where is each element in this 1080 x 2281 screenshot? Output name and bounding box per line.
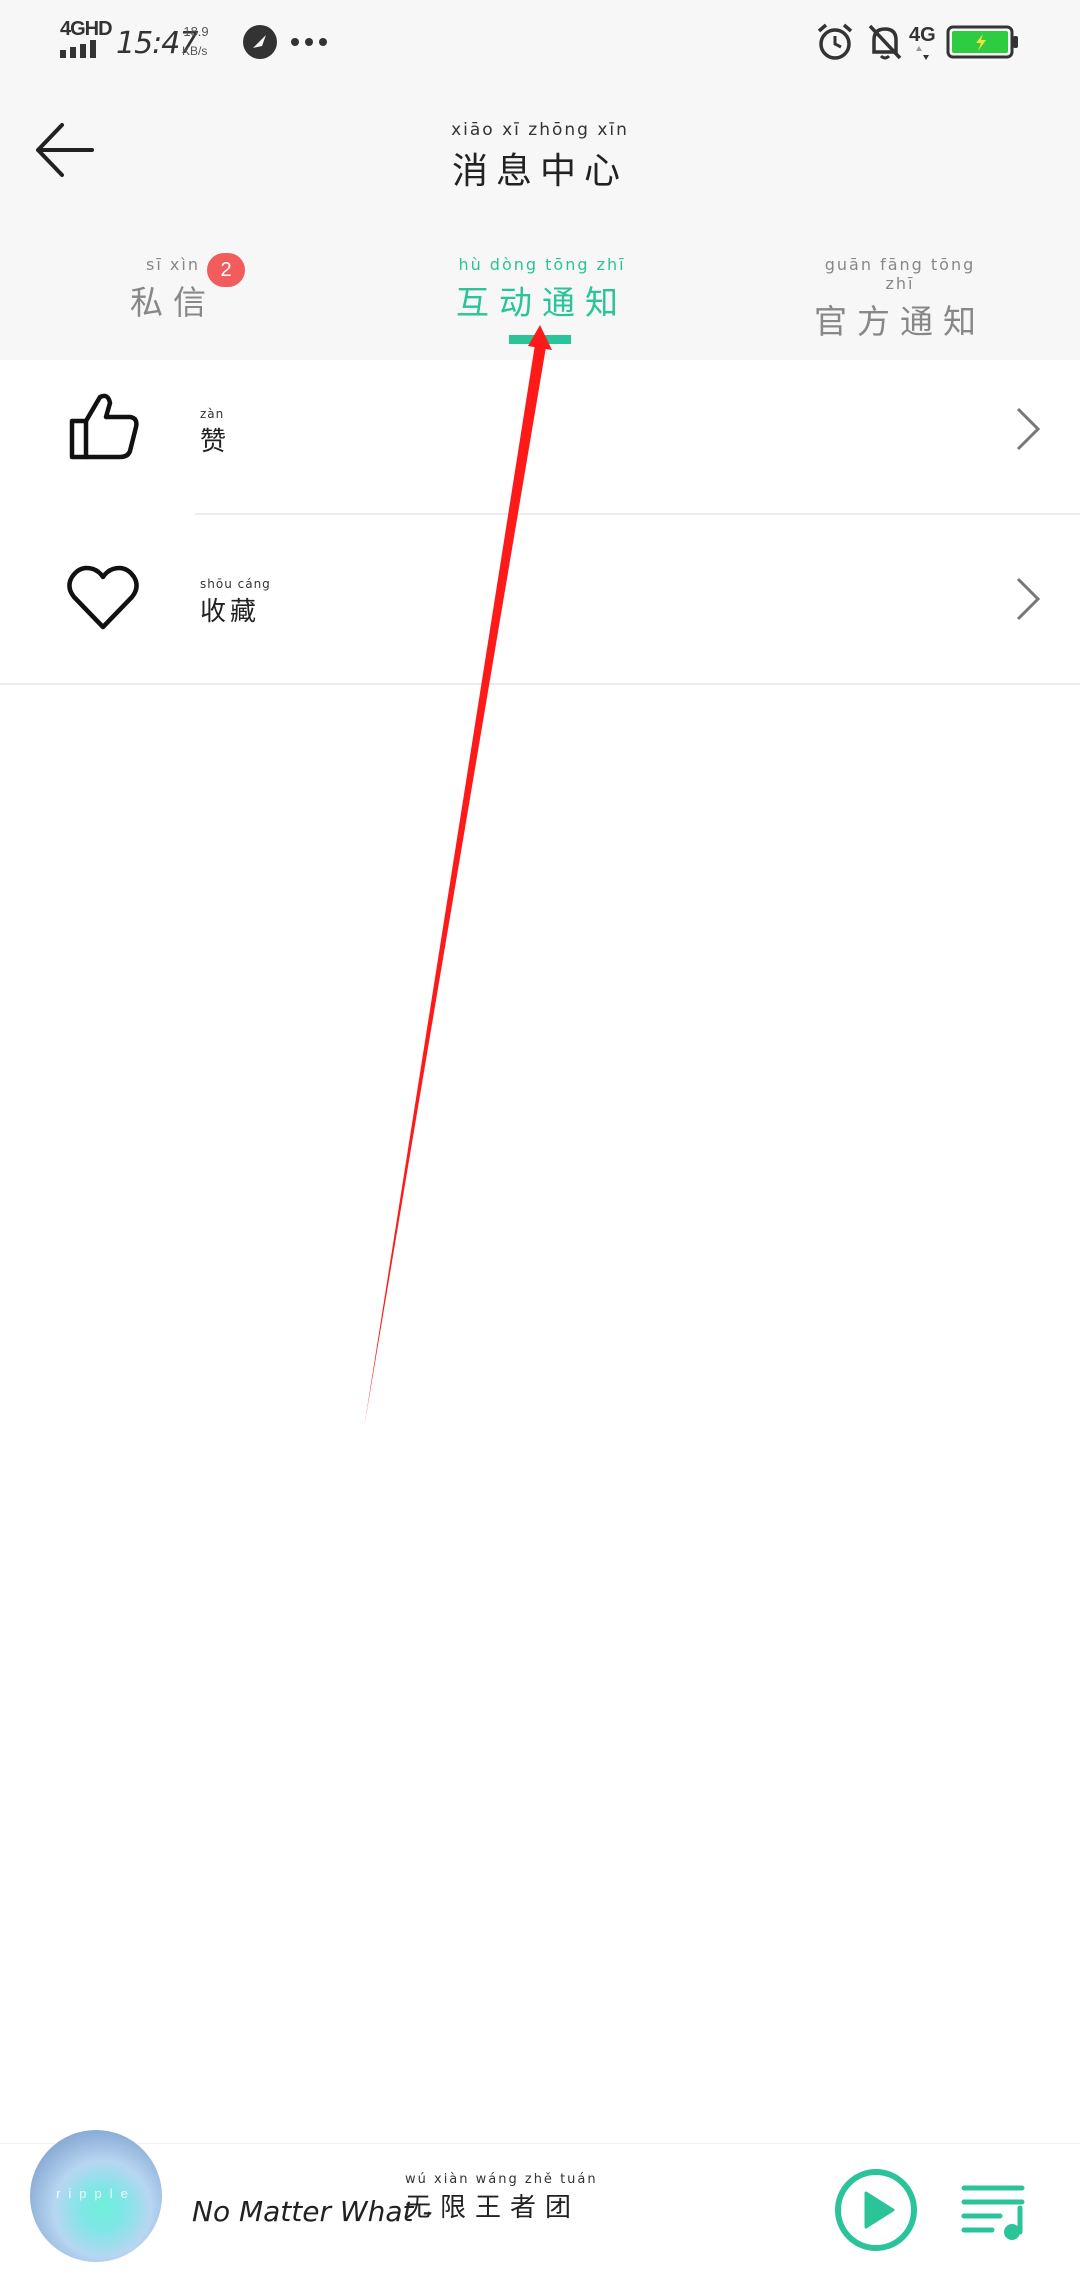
alarm-icon [817, 23, 853, 60]
list-item-text: 赞 [200, 427, 231, 457]
playlist-button[interactable] [960, 2182, 1030, 2242]
list-item-label: shōu cáng 收藏 [200, 577, 271, 628]
battery-icon [946, 25, 1018, 59]
list-item-text: 收藏 [200, 597, 261, 627]
list-item-pinyin: shōu cáng [200, 577, 271, 591]
chevron-right-icon [1016, 577, 1041, 621]
tab-label: 私信 [130, 283, 216, 322]
page-title-pinyin: xiāo xī zhōng xīn [451, 120, 629, 140]
heart-icon [67, 565, 139, 630]
album-art-text: ripple [56, 2186, 136, 2201]
data-arrows-icon [916, 46, 929, 60]
tab-interactive-notifications[interactable]: hù dòng tōng zhī 互动通知 [452, 255, 632, 324]
network-speed-unit: KB/s [182, 44, 208, 58]
play-button[interactable] [833, 2167, 919, 2253]
play-icon [864, 2191, 895, 2229]
song-artist[interactable]: wú xiàn wáng zhě tuán 无限王者团 [405, 2172, 598, 2224]
tab-official-notifications[interactable]: guān fāng tōng zhī 官方通知 [810, 255, 990, 343]
tab-pinyin: hù dòng tōng zhī [458, 255, 626, 274]
chevron-right-icon [1016, 407, 1041, 451]
network-speed-value: 18.9 [183, 24, 209, 39]
page-title: xiāo xī zhōng xīn 消息中心 [0, 120, 1080, 194]
network-type-label: 4GHD [60, 18, 113, 40]
more-icon [291, 38, 327, 46]
tab-pinyin: guān fāng tōng zhī [824, 255, 976, 293]
song-title[interactable]: No Matter What - [192, 2195, 432, 2228]
unread-badge: 2 [207, 253, 245, 287]
mute-bell-icon [868, 24, 902, 60]
album-art[interactable]: ripple [30, 2130, 162, 2262]
list-item-pinyin: zàn [200, 407, 225, 421]
list-divider [0, 683, 1080, 685]
page-title-text: 消息中心 [451, 151, 628, 192]
thumbs-up-icon [69, 393, 139, 460]
song-artist-pinyin: wú xiàn wáng zhě tuán [405, 2172, 598, 2187]
active-tab-indicator [509, 335, 571, 344]
tab-label: 互动通知 [456, 283, 628, 322]
status-bar: 4GHD 15:47 18.9 KB/s 4G [0, 0, 1080, 84]
app-notification-icon [243, 25, 277, 59]
mobile-data-label: 4G [909, 24, 936, 46]
tab-label: 官方通知 [814, 302, 986, 341]
list-item-likes[interactable]: zàn 赞 [0, 345, 1080, 515]
playlist-icon [961, 2185, 1025, 2240]
list-item-label: zàn 赞 [200, 407, 230, 458]
signal-icon [60, 40, 96, 58]
song-artist-text: 无限王者团 [405, 2193, 581, 2223]
list-item-favorites[interactable]: shōu cáng 收藏 [0, 515, 1080, 685]
